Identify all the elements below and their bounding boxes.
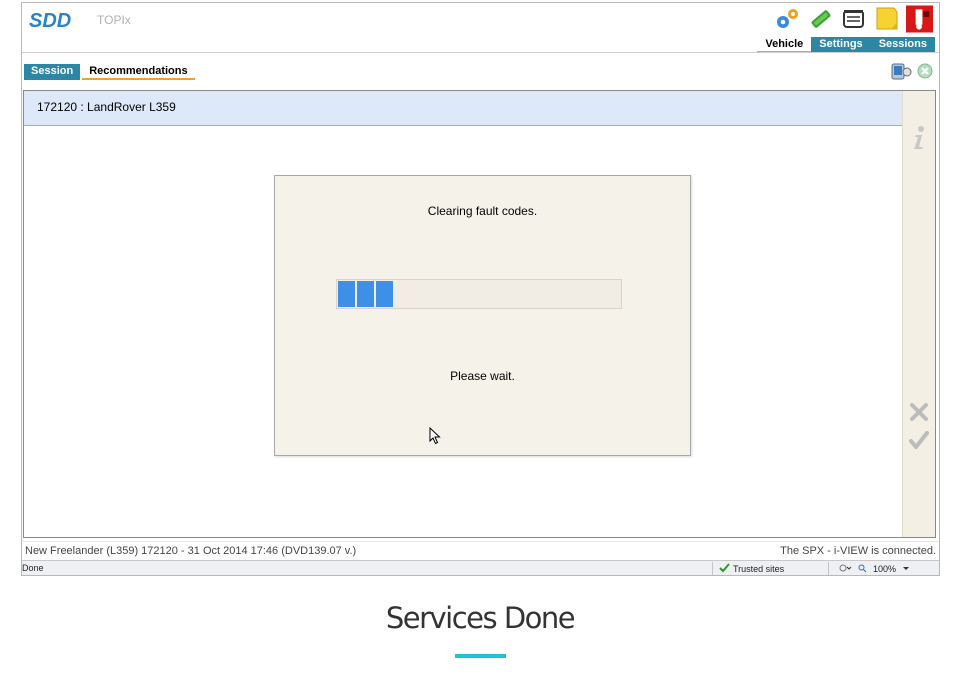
protected-mode-icon[interactable] [838, 563, 852, 575]
caption-underline [455, 654, 506, 658]
sdd-logo: SDD [29, 10, 72, 32]
topix-label: TOPIx [97, 13, 131, 27]
zoom-control[interactable]: 100% [838, 563, 910, 575]
header-divider [22, 52, 939, 53]
progress-fill [337, 280, 394, 308]
gears-icon[interactable] [774, 5, 801, 32]
checkmark-icon [719, 563, 730, 575]
page-caption: Services Done [385, 601, 576, 635]
toolbar-icons [774, 5, 933, 32]
tab-vehicle[interactable]: Vehicle [757, 37, 812, 53]
status-divider [828, 562, 829, 575]
tab-settings[interactable]: Settings [811, 37, 871, 53]
security-zone-label: Trusted sites [733, 564, 785, 574]
session-content: 172120 : LandRover L359 Clearing fault c… [23, 90, 936, 538]
zoom-level: 100% [873, 564, 897, 574]
wrench-icon[interactable] [807, 5, 834, 32]
status-divider [712, 562, 713, 575]
tab-session[interactable]: Session [24, 64, 81, 80]
chevron-down-icon[interactable] [902, 564, 910, 574]
sub-toolbar [891, 61, 933, 85]
progress-segment [357, 281, 374, 307]
confirm-icon[interactable] [909, 431, 929, 449]
dialog-wait-text: Please wait. [450, 369, 515, 383]
mouse-cursor-icon [429, 426, 441, 449]
browser-done-text: Done [22, 563, 44, 573]
sdd-window: SDD TOPIx Vehicle Settings Sessions Sess… [21, 2, 940, 576]
dialog-message: Clearing fault codes. [427, 204, 538, 218]
tab-sessions[interactable]: Sessions [870, 37, 935, 53]
exit-icon[interactable] [906, 5, 933, 32]
progress-segment [376, 281, 393, 307]
browser-status-bar: Done Trusted sites 100% [22, 560, 939, 575]
camera-icon[interactable] [891, 61, 913, 85]
status-line: New Freelander (L359) 172120 - 31 Oct 20… [22, 541, 939, 559]
progress-segment [338, 281, 355, 307]
close-circle-icon[interactable] [917, 63, 933, 83]
side-panel [902, 91, 935, 537]
main-nav: Vehicle Settings Sessions [757, 37, 935, 53]
sticky-note-icon[interactable] [873, 5, 900, 32]
sub-nav: Session Recommendations [24, 64, 195, 80]
info-icon[interactable] [909, 125, 929, 151]
notepad-icon[interactable] [840, 5, 867, 32]
security-zone[interactable]: Trusted sites [719, 563, 784, 575]
progress-bar [336, 279, 622, 309]
connection-status: The SPX - i-VIEW is connected. [780, 544, 936, 557]
tab-recommendations[interactable]: Recommendations [82, 64, 195, 80]
session-status: New Freelander (L359) 172120 - 31 Oct 20… [25, 544, 357, 557]
vehicle-header: 172120 : LandRover L359 [24, 91, 903, 126]
zoom-magnifier-icon [858, 564, 867, 575]
cancel-icon[interactable] [909, 403, 929, 421]
progress-dialog: Clearing fault codes. Please wait. [274, 175, 691, 456]
